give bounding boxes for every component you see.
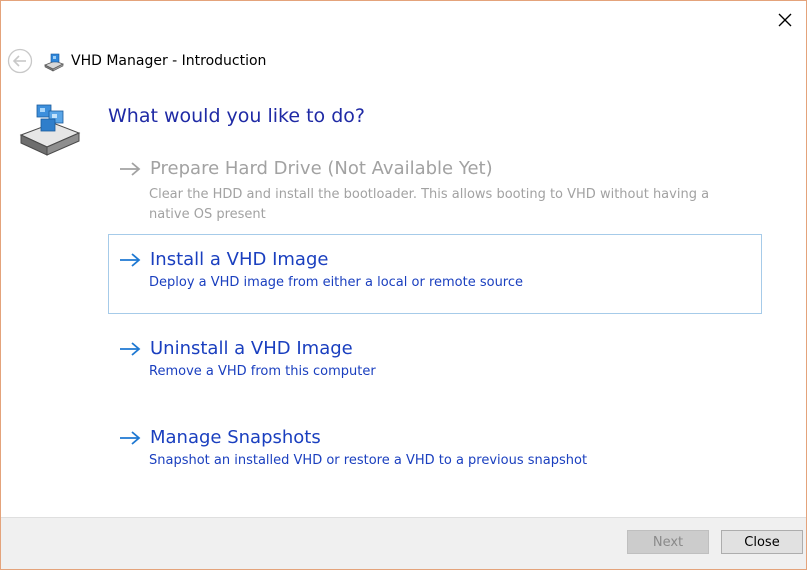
- close-button[interactable]: Close: [721, 530, 803, 554]
- option-description: Deploy a VHD image from either a local o…: [149, 275, 524, 290]
- window-title: VHD Manager - Introduction: [71, 53, 267, 69]
- wizard-window: VHD Manager - Introduction What would yo…: [0, 0, 807, 570]
- option-title: Install a VHD Image: [150, 249, 329, 270]
- option-title: Uninstall a VHD Image: [150, 338, 353, 359]
- next-button: Next: [627, 530, 709, 554]
- page-heading: What would you like to do?: [108, 105, 365, 127]
- right-arrow-icon: [120, 341, 141, 356]
- option-description: Clear the HDD and install the bootloader…: [149, 187, 710, 222]
- option-title: Prepare Hard Drive (Not Available Yet): [150, 158, 493, 179]
- option-title: Manage Snapshots: [150, 427, 321, 448]
- option-manage-snapshots[interactable]: Manage Snapshots Snapshot an installed V…: [108, 412, 762, 492]
- hard-drive-icon: [19, 104, 81, 156]
- right-arrow-icon: [120, 430, 141, 445]
- option-prepare-hard-drive: Prepare Hard Drive (Not Available Yet) C…: [108, 151, 762, 223]
- right-arrow-icon: [120, 161, 141, 176]
- back-arrow-icon[interactable]: [7, 48, 33, 74]
- right-arrow-icon: [120, 252, 141, 267]
- wizard-footer: Next Close: [1, 517, 806, 569]
- drive-icon: [44, 53, 64, 72]
- close-icon[interactable]: [776, 11, 794, 29]
- option-install-vhd-image[interactable]: Install a VHD Image Deploy a VHD image f…: [108, 234, 762, 314]
- option-uninstall-vhd-image[interactable]: Uninstall a VHD Image Remove a VHD from …: [108, 323, 762, 403]
- option-description: Remove a VHD from this computer: [149, 364, 376, 379]
- option-description: Snapshot an installed VHD or restore a V…: [149, 453, 588, 468]
